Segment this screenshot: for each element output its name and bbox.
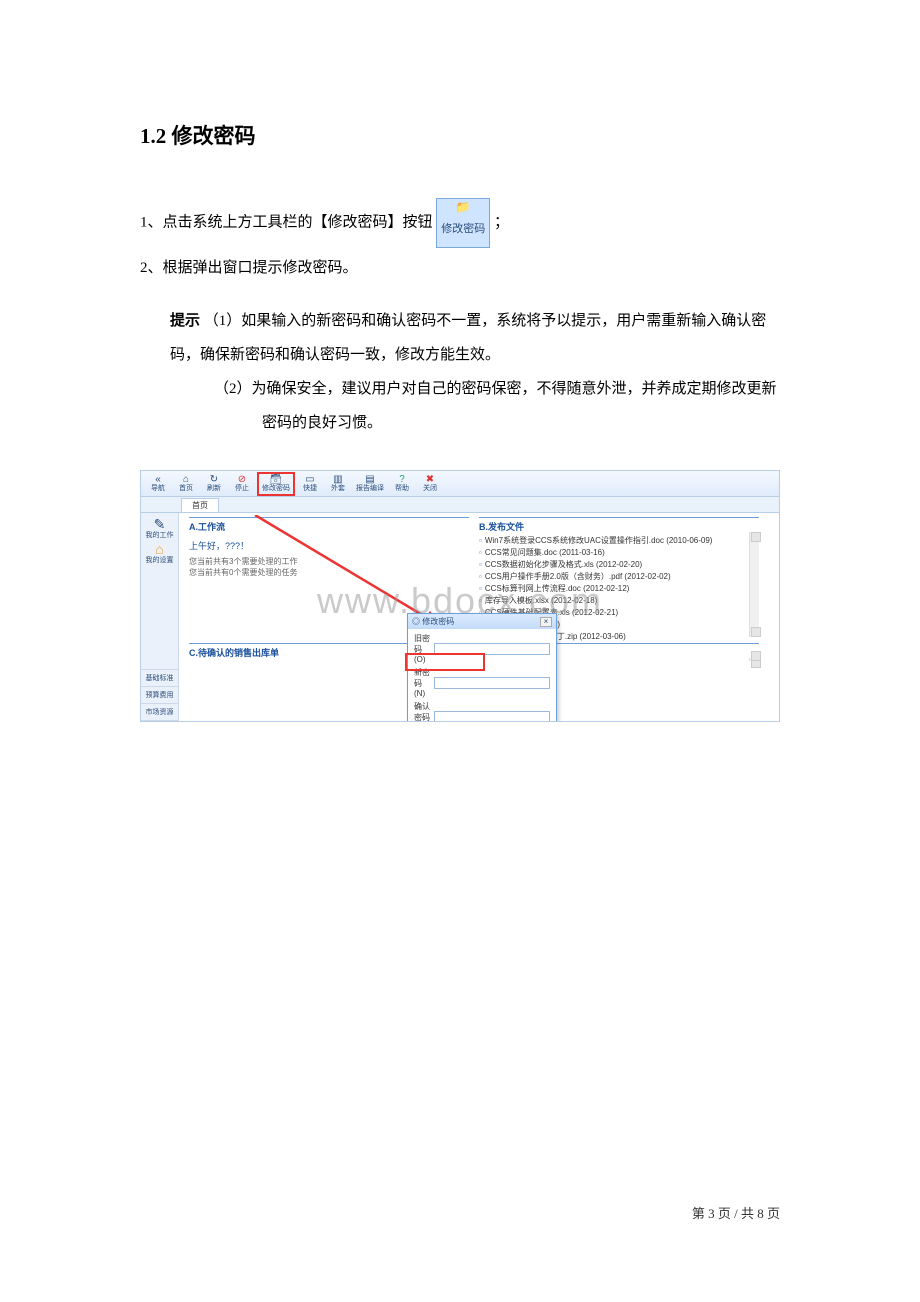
pending-work-2: 您当前共有0个需要处理的任务 — [189, 567, 469, 578]
house-icon: ⌂ — [146, 542, 174, 557]
xls-icon: ▫ — [479, 595, 482, 607]
tb-stop[interactable]: ⊘停止 — [229, 472, 255, 496]
dialog-title-bar: ◎ 修改密码 × — [408, 614, 556, 629]
greeting: 上午好，???！ — [189, 535, 469, 556]
tabs-row: 首页 — [141, 497, 779, 513]
tip-1: （1）如果输入的新密码和确认密码不一置，系统将予以提示，用户需重新输入确认密码，… — [170, 313, 766, 363]
list-item[interactable]: ▫Win7系统登录CCS系统修改UAC设置操作指引.doc (2010-06-0… — [479, 535, 759, 547]
confirm-password-input[interactable] — [434, 711, 550, 723]
tip-2: （2）为确保安全，建议用户对自己的密码保密，不得随意外泄，并养成定期修改更新密码… — [170, 372, 780, 440]
scrollbar[interactable] — [749, 658, 759, 661]
step-1: 1、点击系统上方工具栏的【修改密码】按钮 📁 修改密码 ； — [140, 198, 780, 248]
skin-icon: ▥ — [333, 475, 342, 485]
label-new-password: 新密码(N) — [414, 667, 430, 698]
label-confirm-password: 确认密码(R) — [414, 701, 430, 722]
change-password-inline-button: 📁 修改密码 — [436, 198, 490, 248]
shortcut-icon: ▭ — [305, 475, 314, 485]
list-item[interactable]: ▫CCS标算刊网上传流程.doc (2012-02-12) — [479, 583, 759, 595]
sidebar-item-mywork[interactable]: ✎ 我的工作 — [146, 517, 174, 540]
scrollbar[interactable] — [749, 532, 759, 637]
list-item[interactable]: ▫库存导入模板.xlsx (2012-02-18) — [479, 595, 759, 607]
tip-block: 提示 （1）如果输入的新密码和确认密码不一置，系统将予以提示，用户需重新输入确认… — [140, 304, 780, 440]
step-2: 2、根据弹出窗口提示修改密码。 — [140, 252, 780, 284]
label-old-password: 旧密码(O) — [414, 633, 430, 664]
tb-skin[interactable]: ▥外套 — [325, 472, 351, 496]
tb-shortcut[interactable]: ▭快捷 — [297, 472, 323, 496]
tb-close[interactable]: ✖关闭 — [417, 472, 443, 496]
edit-icon: ✎ — [146, 517, 174, 532]
folder-icon: 📁 — [441, 201, 485, 213]
tb-home[interactable]: ⌂首页 — [173, 472, 199, 496]
home-icon: ⌂ — [183, 475, 189, 485]
tb-change-password[interactable]: 🗃修改密码 — [259, 472, 293, 496]
dialog-close-button[interactable]: × — [540, 617, 552, 627]
new-password-input[interactable] — [434, 677, 550, 689]
pending-work-1: 您当前共有3个需要处理的工作 — [189, 556, 469, 567]
list-item[interactable]: ▫CCS常见问题集.doc (2011-03-16) — [479, 547, 759, 559]
doc-icon: ▫ — [479, 583, 482, 595]
sidebar-item-market[interactable]: 市场资源 — [141, 704, 178, 721]
sidebar: ✎ 我的工作 ⌂ 我的设置 基础标准 预算费用 市场资源 — [141, 513, 179, 721]
tb-refresh[interactable]: ↻刷新 — [201, 472, 227, 496]
panel-workflow: A.工作流 上午好，???！ 您当前共有3个需要处理的工作 您当前共有0个需要处… — [189, 517, 469, 578]
tb-help[interactable]: ?帮助 — [389, 472, 415, 496]
report-icon: ▤ — [365, 475, 374, 485]
sidebar-bottom: 基础标准 预算费用 市场资源 — [141, 669, 178, 721]
tip-label: 提示 — [170, 313, 200, 329]
doc-icon: ▫ — [479, 535, 482, 547]
close-icon: ✖ — [426, 475, 434, 485]
toolbar: «导航 ⌂首页 ↻刷新 ⊘停止 🗃修改密码 ▭快捷 ▥外套 ▤报告编译 ?帮助 … — [141, 471, 779, 497]
help-icon: ? — [399, 475, 405, 485]
page-footer: 第 3 页 / 共 8 页 — [692, 1203, 780, 1222]
section-heading: 1.2 修改密码 — [140, 120, 780, 150]
main-area: A.工作流 上午好，???！ 您当前共有3个需要处理的工作 您当前共有0个需要处… — [179, 513, 779, 721]
tb-report[interactable]: ▤报告编译 — [353, 472, 387, 496]
stop-icon: ⊘ — [238, 475, 246, 485]
change-password-dialog: ◎ 修改密码 × 旧密码(O) 新密码(N) 确认密码(R — [407, 613, 557, 722]
toolbar-highlight: 🗃修改密码 — [257, 472, 295, 496]
doc-icon: ▫ — [479, 547, 482, 559]
sidebar-item-budget[interactable]: 预算费用 — [141, 687, 178, 704]
list-item[interactable]: ▫CCS数据初始化步骤及格式.xls (2012-02-20) — [479, 559, 759, 571]
app-screenshot: «导航 ⌂首页 ↻刷新 ⊘停止 🗃修改密码 ▭快捷 ▥外套 ▤报告编译 ?帮助 … — [140, 470, 780, 722]
old-password-input[interactable] — [434, 643, 550, 655]
tab-home[interactable]: 首页 — [181, 498, 219, 512]
sidebar-item-basic[interactable]: 基础标准 — [141, 670, 178, 687]
xls-icon: ▫ — [479, 559, 482, 571]
tb-nav[interactable]: «导航 — [145, 472, 171, 496]
sidebar-item-mysettings[interactable]: ⌂ 我的设置 — [146, 542, 174, 565]
pdf-icon: ▫ — [479, 571, 482, 583]
list-item[interactable]: ▫CCS用户操作手册2.0版（含财务）.pdf (2012-02-02) — [479, 571, 759, 583]
nav-icon: « — [155, 475, 161, 485]
refresh-icon: ↻ — [210, 475, 218, 485]
password-icon: 🗃 — [270, 475, 283, 485]
